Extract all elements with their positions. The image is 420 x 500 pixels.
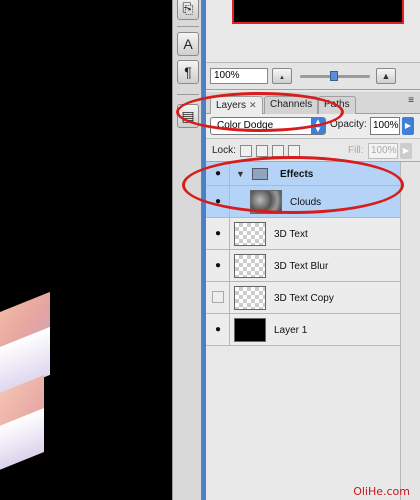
tool-divider xyxy=(177,26,199,27)
eye-icon[interactable]: ● xyxy=(212,229,224,239)
tool-divider xyxy=(177,94,199,95)
zoom-in-button[interactable]: ▲ xyxy=(376,68,396,84)
visibility-cell[interactable]: ● xyxy=(206,314,230,345)
layer-row-3d-text[interactable]: ● 3D Text xyxy=(206,218,400,250)
navigator-zoom-bar: 100% ▲ ▲ xyxy=(206,62,420,90)
layer-thumbnail xyxy=(234,318,266,342)
lock-transparency-checkbox[interactable] xyxy=(240,145,252,157)
document-canvas[interactable] xyxy=(0,0,172,500)
zoom-out-icon: ▲ xyxy=(279,75,285,81)
opacity-slider-button[interactable]: ▶ xyxy=(402,117,414,135)
layer-thumbnail xyxy=(234,254,266,278)
fill-label: Fill: xyxy=(348,145,364,156)
navigator-preview[interactable] xyxy=(232,0,404,24)
lock-image-checkbox[interactable] xyxy=(256,145,268,157)
visibility-cell[interactable]: ● xyxy=(206,218,230,249)
watermark-text: OliHe.com xyxy=(353,485,410,498)
zoom-slider-thumb[interactable] xyxy=(330,71,338,81)
visibility-cell[interactable] xyxy=(206,282,230,313)
opacity-input[interactable]: 100% xyxy=(370,117,400,135)
watermark: OliHe.com xyxy=(232,446,412,500)
paragraph-tool-button[interactable]: ¶ xyxy=(177,60,199,84)
eye-icon[interactable]: ● xyxy=(212,325,224,335)
fill-input[interactable]: 100% xyxy=(368,143,398,159)
layer-thumbnail xyxy=(234,286,266,310)
layer-name: Layer 1 xyxy=(274,325,308,336)
layer-thumbnail xyxy=(234,222,266,246)
visibility-cell[interactable]: ● xyxy=(206,250,230,281)
layer-name: 3D Text Copy xyxy=(274,293,334,304)
eye-icon[interactable]: ● xyxy=(212,261,224,271)
lock-label: Lock: xyxy=(212,145,236,156)
type-tool-button[interactable]: A xyxy=(177,32,199,56)
fill-slider-button[interactable]: ▶ xyxy=(400,143,412,159)
layer-row-layer-1[interactable]: ● Layer 1 xyxy=(206,314,400,346)
layer-name: 3D Text Blur xyxy=(274,261,329,272)
annotation-oval xyxy=(182,156,404,214)
zoom-in-icon: ▲ xyxy=(381,71,391,81)
tools-palette: ⎘ A ¶ ▤ xyxy=(172,0,202,500)
zoom-out-button[interactable]: ▲ xyxy=(272,68,292,84)
panel-menu-icon[interactable]: ≡ xyxy=(408,95,414,106)
layer-row-3d-text-blur[interactable]: ● 3D Text Blur xyxy=(206,250,400,282)
layer-row-3d-text-copy[interactable]: 3D Text Copy xyxy=(206,282,400,314)
hidden-visibility-box[interactable] xyxy=(212,291,224,303)
zoom-field[interactable]: 100% xyxy=(210,68,268,84)
annotation-oval xyxy=(176,92,344,132)
stamp-tool-icon[interactable]: ⎘ xyxy=(177,0,199,20)
layer-name: 3D Text xyxy=(274,229,308,240)
